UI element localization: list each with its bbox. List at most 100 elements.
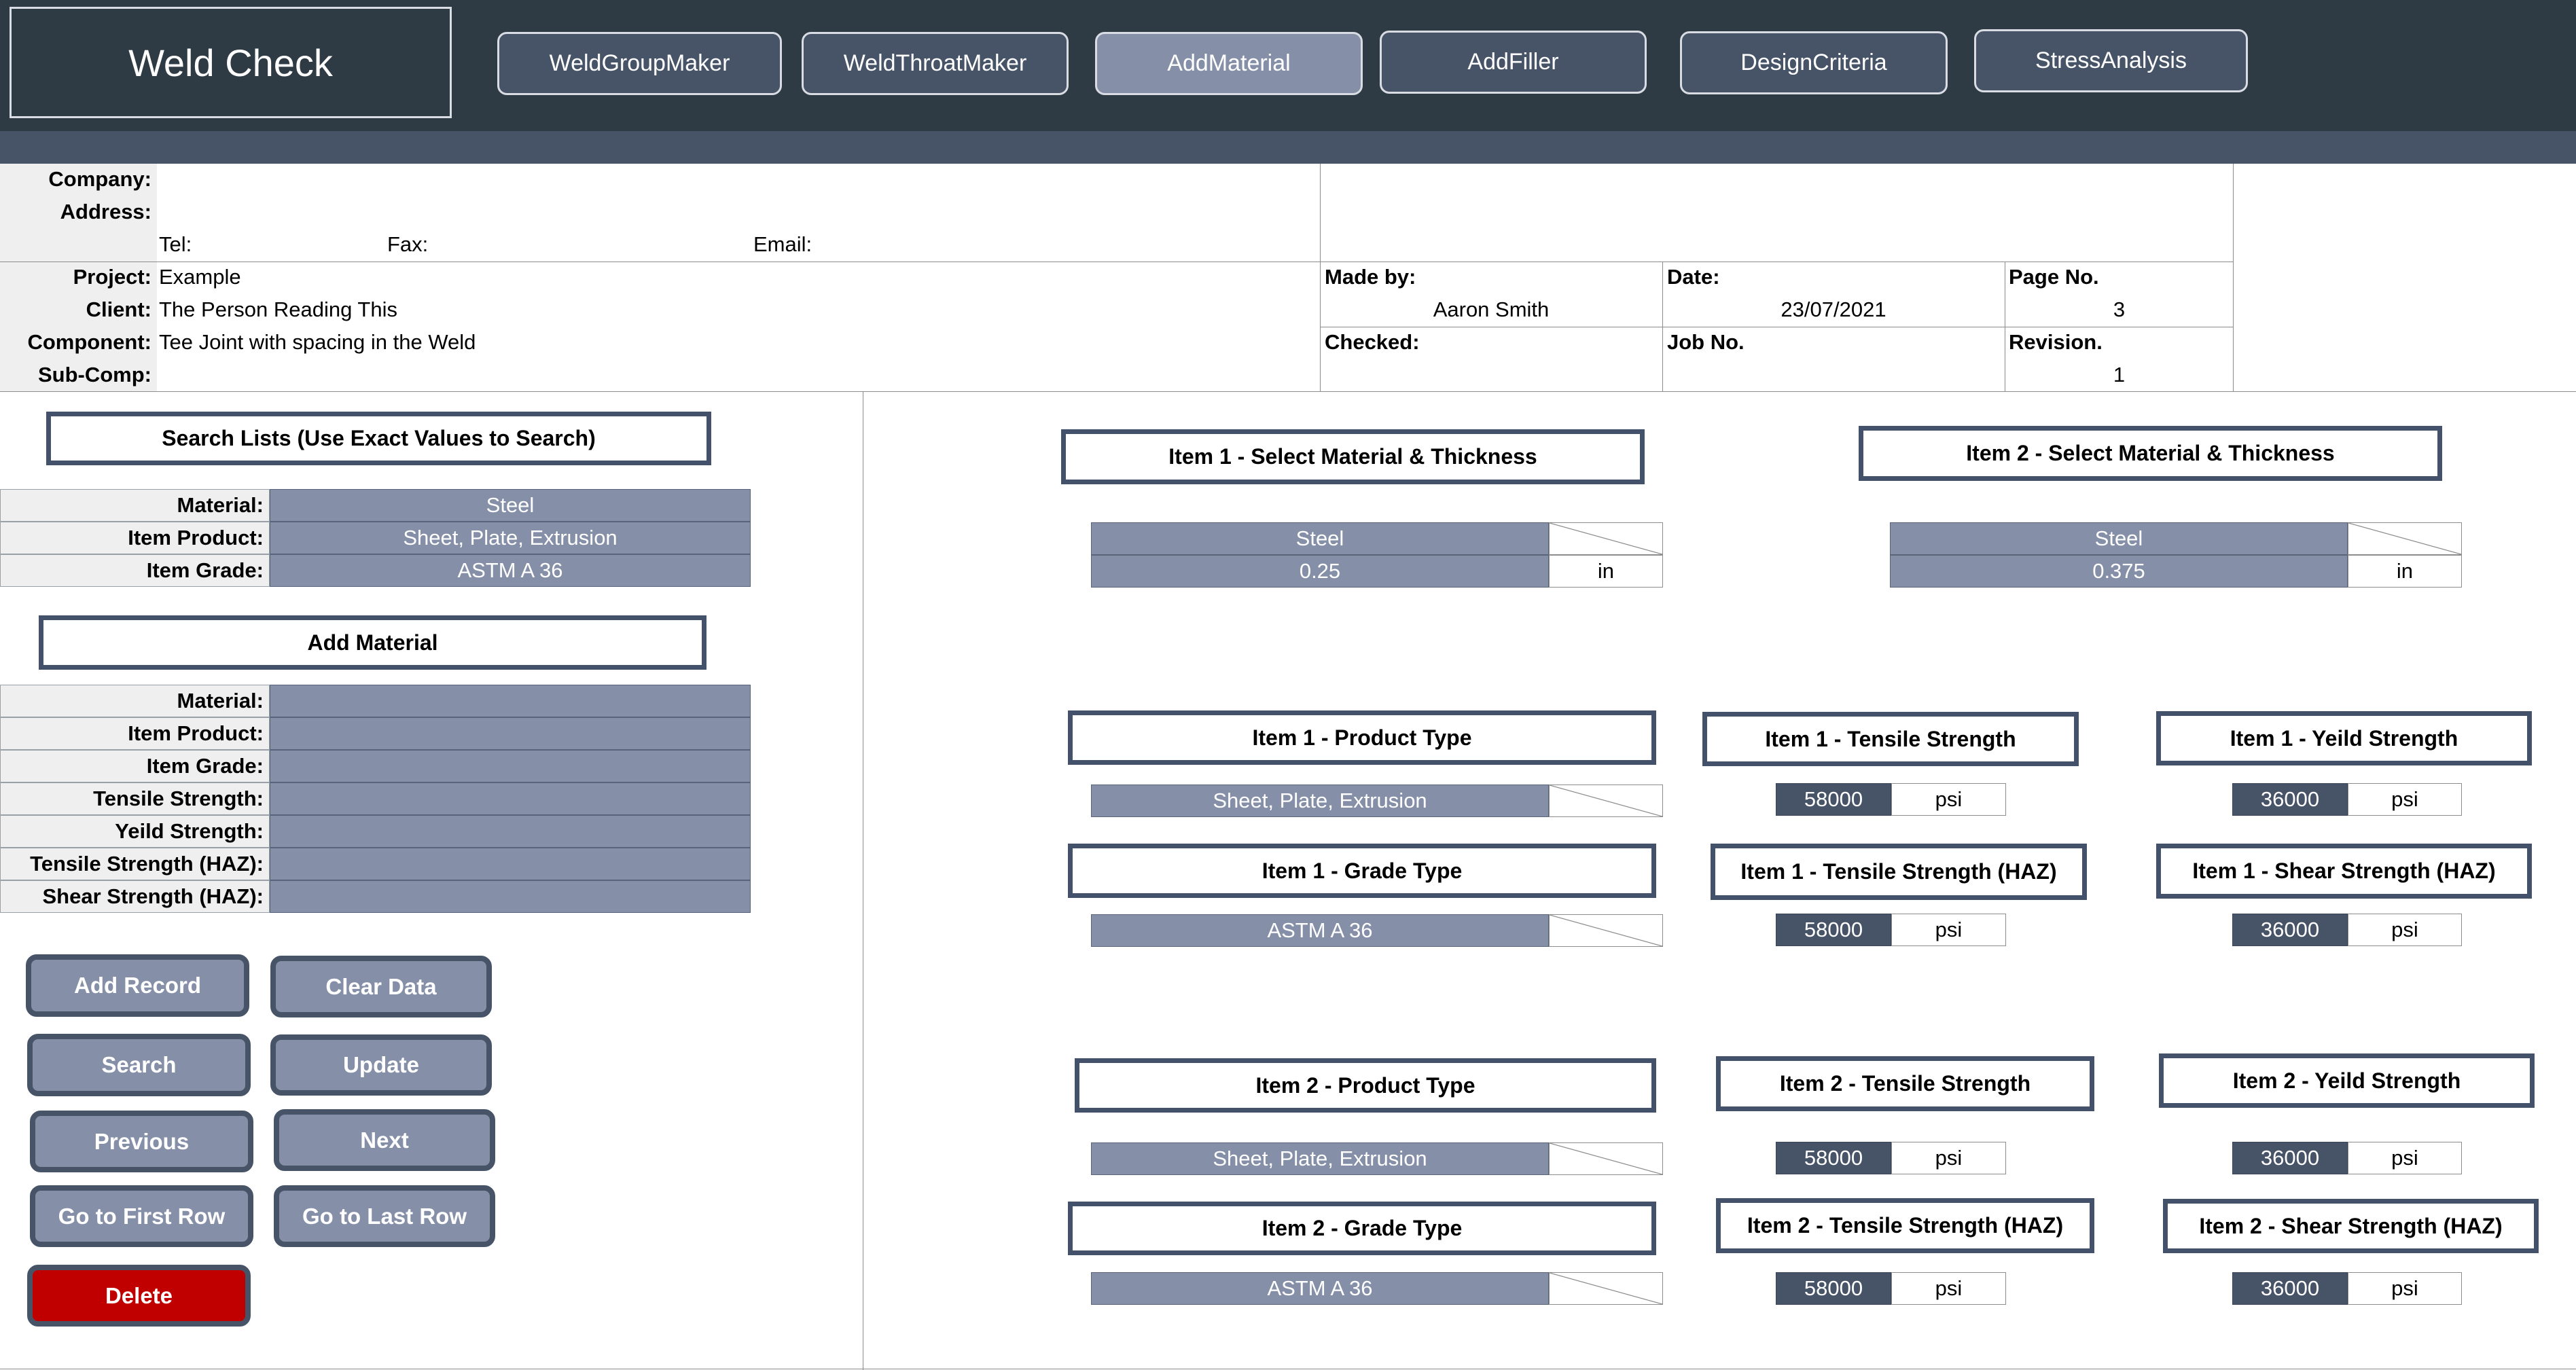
item1-yield-unit: psi — [2348, 783, 2462, 816]
item2-yield-unit: psi — [2348, 1142, 2462, 1174]
add-yield-field[interactable] — [270, 815, 751, 848]
company-label: Company: — [48, 167, 151, 191]
item2-product-dropdown[interactable] — [1549, 1142, 1663, 1175]
page-value[interactable]: 3 — [2009, 298, 2230, 322]
add-tensile-haz-field[interactable] — [270, 848, 751, 880]
fax-label: Fax: — [387, 232, 429, 256]
item2-grade-field[interactable]: ASTM A 36 — [1091, 1272, 1549, 1305]
item1-product-title: Item 1 - Product Type — [1068, 710, 1656, 765]
search-material-label: Material: — [0, 489, 270, 522]
item1-product-field[interactable]: Sheet, Plate, Extrusion — [1091, 785, 1549, 817]
item1-tensile-haz-title: Item 1 - Tensile Strength (HAZ) — [1711, 844, 2087, 900]
add-product-field[interactable] — [270, 717, 751, 750]
toolbar-divider — [0, 131, 2576, 164]
item1-tensile-unit: psi — [1891, 783, 2006, 816]
next-button[interactable]: Next — [274, 1109, 495, 1171]
item2-grade-title: Item 2 - Grade Type — [1068, 1202, 1656, 1255]
add-material-field[interactable] — [270, 685, 751, 717]
made-by-value[interactable]: Aaron Smith — [1325, 298, 1658, 322]
nav-weldgroupmaker-button[interactable]: WeldGroupMaker — [497, 32, 782, 95]
item1-material-field[interactable]: Steel — [1091, 522, 1549, 555]
item2-tensile-haz-value: 58000 — [1776, 1272, 1891, 1305]
item1-tensile-haz-value: 58000 — [1776, 914, 1891, 946]
item2-material-dropdown[interactable] — [2348, 522, 2462, 555]
project-label: Project: — [73, 265, 151, 289]
search-product-field[interactable]: Sheet, Plate, Extrusion — [270, 522, 751, 554]
item2-shear-haz-value: 36000 — [2232, 1272, 2348, 1305]
item1-grade-field[interactable]: ASTM A 36 — [1091, 914, 1549, 947]
clear-data-button[interactable]: Clear Data — [270, 956, 492, 1017]
item2-yield-title: Item 2 - Yeild Strength — [2159, 1053, 2535, 1108]
add-tensile-field[interactable] — [270, 782, 751, 815]
add-shear-haz-field[interactable] — [270, 880, 751, 913]
item2-material-field[interactable]: Steel — [1890, 522, 2348, 555]
add-yield-label: Yeild Strength: — [0, 815, 270, 848]
item2-tensile-haz-unit: psi — [1891, 1272, 2006, 1305]
item2-tensile-haz-title: Item 2 - Tensile Strength (HAZ) — [1716, 1198, 2094, 1253]
client-value[interactable]: The Person Reading This — [159, 298, 397, 322]
item1-product-dropdown[interactable] — [1549, 785, 1663, 817]
update-button[interactable]: Update — [270, 1034, 492, 1096]
item1-grade-dropdown[interactable] — [1549, 914, 1663, 947]
add-grade-field[interactable] — [270, 750, 751, 782]
add-material-label: Material: — [0, 685, 270, 717]
item2-shear-haz-unit: psi — [2348, 1272, 2462, 1305]
add-product-label: Item Product: — [0, 717, 270, 750]
search-lists-title: Search Lists (Use Exact Values to Search… — [46, 412, 711, 465]
item2-tensile-title: Item 2 - Tensile Strength — [1716, 1056, 2094, 1111]
item1-thickness-field[interactable]: 0.25 — [1091, 555, 1549, 588]
search-grade-field[interactable]: ASTM A 36 — [270, 554, 751, 587]
item2-tensile-unit: psi — [1891, 1142, 2006, 1174]
app-title: Weld Check — [10, 7, 452, 118]
nav-stressanalysis-button[interactable]: StressAnalysis — [1974, 29, 2248, 92]
subcomp-label: Sub-Comp: — [37, 363, 151, 386]
item2-grade-dropdown[interactable] — [1549, 1272, 1663, 1305]
item1-yield-value: 36000 — [2232, 783, 2348, 816]
job-label: Job No. — [1667, 330, 1745, 354]
email-label: Email: — [753, 232, 812, 256]
search-product-label: Item Product: — [0, 522, 270, 554]
client-label: Client: — [86, 298, 151, 321]
search-grade-label: Item Grade: — [0, 554, 270, 587]
component-label: Component: — [27, 330, 151, 354]
item1-shear-haz-unit: psi — [2348, 914, 2462, 946]
add-record-button[interactable]: Add Record — [26, 954, 249, 1017]
previous-button[interactable]: Previous — [30, 1111, 253, 1172]
add-tensile-label: Tensile Strength: — [0, 782, 270, 815]
component-value[interactable]: Tee Joint with spacing in the Weld — [159, 330, 476, 355]
go-to-first-row-button[interactable]: Go to First Row — [30, 1185, 253, 1247]
date-value[interactable]: 23/07/2021 — [1667, 298, 2000, 322]
search-button[interactable]: Search — [27, 1034, 251, 1096]
tel-label: Tel: — [159, 232, 192, 256]
page-label: Page No. — [2009, 265, 2099, 289]
item2-thickness-unit: in — [2348, 555, 2462, 588]
search-material-field[interactable]: Steel — [270, 489, 751, 522]
item2-product-field[interactable]: Sheet, Plate, Extrusion — [1091, 1142, 1549, 1175]
item1-yield-title: Item 1 - Yeild Strength — [2156, 711, 2532, 765]
date-label: Date: — [1667, 265, 1720, 289]
item2-thickness-field[interactable]: 0.375 — [1890, 555, 2348, 588]
item2-tensile-value: 58000 — [1776, 1142, 1891, 1174]
item1-grade-title: Item 1 - Grade Type — [1068, 844, 1656, 898]
nav-addfiller-button[interactable]: AddFiller — [1380, 31, 1647, 94]
nav-weldthroatmaker-button[interactable]: WeldThroatMaker — [802, 32, 1069, 95]
item1-tensile-title: Item 1 - Tensile Strength — [1702, 712, 2079, 766]
go-to-last-row-button[interactable]: Go to Last Row — [274, 1185, 495, 1247]
item1-material-dropdown[interactable] — [1549, 522, 1663, 555]
add-material-title: Add Material — [39, 615, 706, 670]
nav-designcriteria-button[interactable]: DesignCriteria — [1680, 31, 1948, 94]
made-by-label: Made by: — [1325, 265, 1416, 289]
item1-thickness-unit: in — [1549, 555, 1663, 588]
add-shear-haz-label: Shear Strength (HAZ): — [0, 880, 270, 913]
item2-shear-haz-title: Item 2 - Shear Strength (HAZ) — [2163, 1199, 2539, 1253]
item1-tensile-value: 58000 — [1776, 783, 1891, 816]
revision-label: Revision. — [2009, 330, 2103, 354]
header-divider — [1320, 164, 1321, 391]
revision-value[interactable]: 1 — [2009, 363, 2230, 387]
delete-button[interactable]: Delete — [27, 1265, 251, 1327]
item1-shear-haz-value: 36000 — [2232, 914, 2348, 946]
checked-label: Checked: — [1325, 330, 1420, 354]
item2-select-title: Item 2 - Select Material & Thickness — [1859, 426, 2442, 481]
nav-addmaterial-button[interactable]: AddMaterial — [1095, 32, 1363, 95]
project-value[interactable]: Example — [159, 265, 241, 289]
